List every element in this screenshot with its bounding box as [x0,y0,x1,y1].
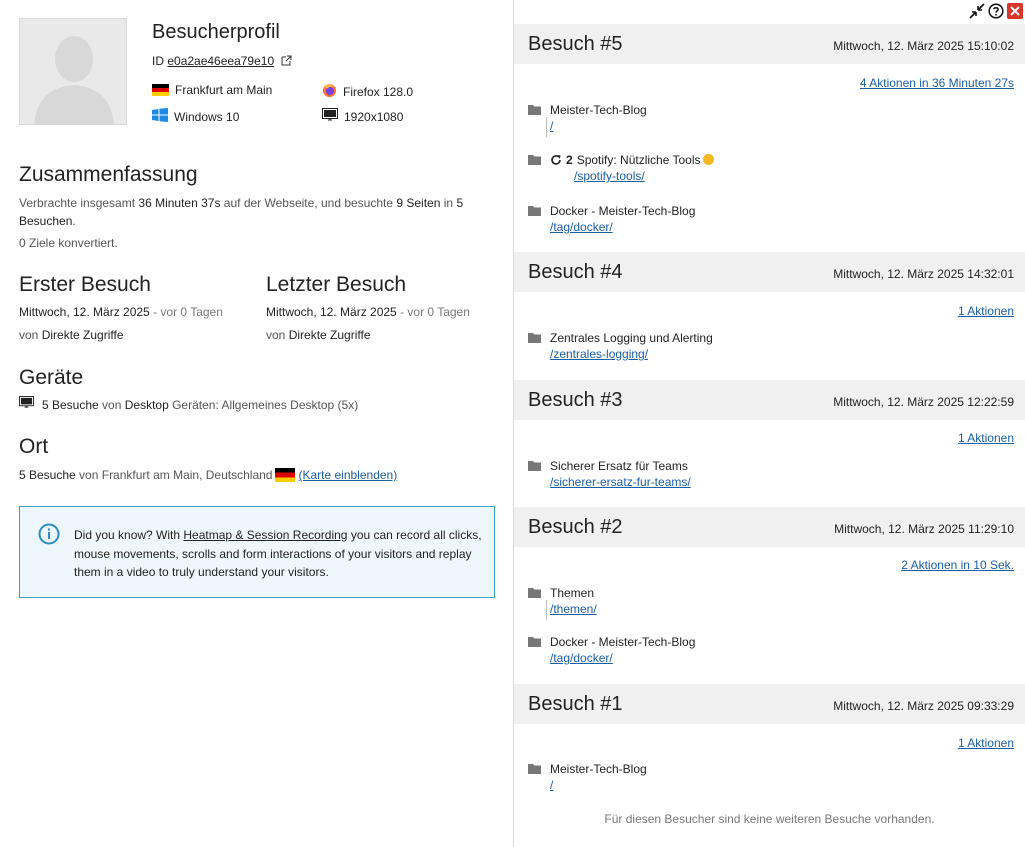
last-visit-heading: Letzter Besuch [266,273,407,296]
visit-header: Besuch #3 Mittwoch, 12. März 2025 12:22:… [514,380,1025,420]
folder-icon [528,104,541,118]
os-label: Windows 10 [174,109,240,124]
visitor-browser: Firefox 128.0 [322,83,413,101]
visit-actions-link[interactable]: 2 Aktionen in 10 Sek. [901,558,1014,572]
devices-text: 5 Besuche von Desktop Geräten: Allgemein… [19,396,358,414]
page-url-link[interactable]: / [550,119,553,133]
page-title-label: Sicherer Ersatz für Teams [550,459,688,473]
page-title-label: Spotify: Nützliche Tools [576,153,701,167]
last-visit-date: Mittwoch, 12. März 2025 - vor 0 Tagen [266,305,470,319]
page-url-link[interactable]: /spotify-tools/ [574,169,645,183]
reload-icon [550,154,562,169]
page-url-link[interactable]: /tag/docker/ [550,220,613,234]
goals-text: 0 Ziele konvertiert. [19,236,118,250]
page-url-link[interactable]: /sicherer-ersatz-fur-teams/ [550,475,691,489]
help-icon[interactable] [988,3,1004,19]
germany-flag-icon [152,84,169,96]
page-title-label: Docker - Meister-Tech-Blog [550,204,696,218]
external-link-icon[interactable] [281,55,292,69]
visit-date: Mittwoch, 12. März 2025 14:32:01 [833,267,1014,281]
page-title-label: Themen [550,586,595,600]
folder-icon [528,205,541,219]
folder-icon [528,636,541,650]
firefox-icon [322,83,337,101]
visitor-location: Frankfurt am Main [152,83,272,97]
germany-flag-icon [275,468,296,482]
monitor-icon [322,108,338,125]
info-box: Did you know? With Heatmap & Session Rec… [19,506,495,598]
visitor-id-link[interactable]: e0a2ae46eea79e10 [167,54,274,68]
info-text: Did you know? With Heatmap & Session Rec… [74,528,482,579]
visit-title: Besuch #3 [528,389,623,411]
browser-label: Firefox 128.0 [343,85,414,99]
first-visit-source: von Direkte Zugriffe [19,328,124,342]
resolution-label: 1920x1080 [344,109,404,124]
visit-date: Mittwoch, 12. März 2025 09:33:29 [833,699,1014,713]
visitor-id: ID e0a2ae46eea79e10 [152,54,292,69]
page-title-label: Meister-Tech-Blog [550,103,647,117]
folder-icon [528,460,541,474]
visit-date: Mittwoch, 12. März 2025 11:29:10 [834,522,1014,536]
visit-title: Besuch #2 [528,516,623,538]
visit-actions-link[interactable]: 1 Aktionen [958,736,1014,750]
reload-count: 2 [566,153,573,167]
folder-icon [528,587,541,601]
visit-actions-link[interactable]: 1 Aktionen [958,304,1014,318]
close-icon[interactable] [1007,3,1023,19]
info-icon [38,523,60,550]
first-visit-date: Mittwoch, 12. März 2025 - vor 0 Tagen [19,305,223,319]
page-title-label: Zentrales Logging und Alerting [550,331,713,345]
heatmap-link[interactable]: Heatmap & Session Recording [183,528,347,542]
visitor-resolution: 1920x1080 [322,108,403,125]
visitor-os: Windows 10 [152,108,239,125]
folder-icon [528,332,541,346]
visit-header: Besuch #2 Mittwoch, 12. März 2025 11:29:… [514,507,1025,547]
page-url-link[interactable]: / [550,778,553,792]
emoji-icon [702,154,714,165]
minimize-icon[interactable] [969,3,985,19]
last-visit-source: von Direkte Zugriffe [266,328,371,342]
first-visit-heading: Erster Besuch [19,273,151,296]
location-label: Frankfurt am Main [175,83,273,97]
summary-heading: Zusammenfassung [19,163,198,186]
visit-actions-link[interactable]: 4 Aktionen in 36 Minuten 27s [860,76,1014,90]
location-heading: Ort [19,435,49,458]
page-url-link[interactable]: /zentrales-logging/ [550,347,648,361]
visit-header: Besuch #4 Mittwoch, 12. März 2025 14:32:… [514,252,1025,292]
page-title-label: Docker - Meister-Tech-Blog [550,635,696,649]
visit-title: Besuch #4 [528,261,623,283]
page-url-link[interactable]: /tag/docker/ [550,651,613,665]
windows-icon [152,108,168,125]
location-text: 5 Besuche von Frankfurt am Main, Deutsch… [19,466,398,484]
monitor-icon [19,396,34,414]
id-label: ID [152,54,164,68]
folder-icon [528,763,541,777]
no-more-visits-note: Für diesen Besucher sind keine weiteren … [604,812,935,826]
left-panel: Besucherprofil ID e0a2ae46eea79e10 Frank… [0,0,513,847]
visit-header: Besuch #1 Mittwoch, 12. März 2025 09:33:… [514,684,1025,724]
folder-icon [528,154,541,168]
visit-actions-link[interactable]: 1 Aktionen [958,431,1014,445]
visit-header: Besuch #5 Mittwoch, 12. März 2025 15:10:… [514,24,1025,64]
page-title-label: Meister-Tech-Blog [550,762,647,776]
visit-title: Besuch #1 [528,693,623,715]
page-title: Besucherprofil [152,21,280,43]
summary-text: Verbrachte insgesamt 36 Minuten 37s auf … [19,196,464,228]
page-url-link[interactable]: /themen/ [550,602,597,616]
visit-date: Mittwoch, 12. März 2025 12:22:59 [833,395,1014,409]
avatar [19,18,127,125]
visit-date: Mittwoch, 12. März 2025 15:10:02 [833,39,1014,53]
devices-heading: Geräte [19,366,84,389]
visit-title: Besuch #5 [528,33,623,55]
show-map-link[interactable]: (Karte einblenden) [298,466,397,484]
visits-panel: Besuch #5 Mittwoch, 12. März 2025 15:10:… [514,0,1025,847]
panel-toolbar [969,3,1023,19]
